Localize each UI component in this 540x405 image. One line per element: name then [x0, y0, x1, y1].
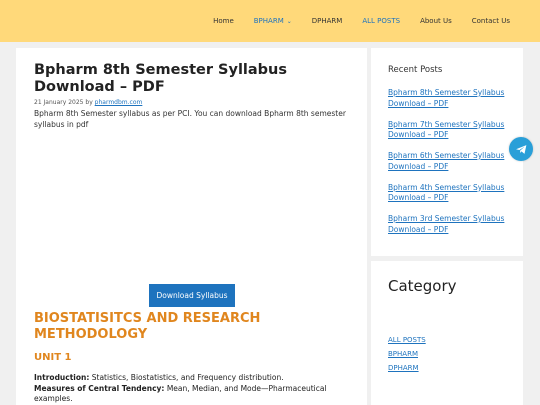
category-link-dpharm[interactable]: DPHARM [388, 361, 426, 375]
nav-item-dpharm[interactable]: DPHARM [312, 17, 343, 25]
recent-posts-widget: Recent Posts Bpharm 8th Semester Syllabu… [371, 48, 523, 256]
article-content: Bpharm 8th Semester Syllabus Download – … [16, 48, 367, 405]
post-title: Bpharm 8th Semester Syllabus Download – … [34, 62, 288, 95]
recent-post-link[interactable]: Bpharm 3rd Semester Syllabus Download – … [388, 214, 513, 235]
category-link-all-posts[interactable]: ALL POSTS [388, 333, 426, 347]
nav-item-all-posts[interactable]: ALL POSTS [362, 17, 400, 25]
post-excerpt: Bpharm 8th Semester syllabus as per PCI.… [34, 109, 346, 129]
category-heading: Category [388, 277, 457, 295]
nav-item-contact-us[interactable]: Contact Us [472, 17, 510, 25]
category-list: ALL POSTS BPHARM DPHARM [388, 333, 426, 375]
site-header: Home BPHARM ⌄ DPHARM ALL POSTS About Us … [0, 0, 540, 42]
post-by-label: by [85, 99, 93, 106]
unit-content: Introduction: Statistics, Biostatistics,… [34, 373, 354, 405]
recent-posts-heading: Recent Posts [388, 65, 443, 75]
introduction-line: Introduction: Statistics, Biostatistics,… [34, 373, 354, 384]
introduction-label: Introduction: [34, 373, 90, 382]
telegram-button[interactable] [509, 137, 533, 161]
recent-post-link[interactable]: Bpharm 6th Semester Syllabus Download – … [388, 151, 513, 172]
recent-post-link[interactable]: Bpharm 4th Semester Syllabus Download – … [388, 183, 513, 204]
post-date: 21 January 2025 [34, 99, 84, 106]
nav-item-home[interactable]: Home [213, 17, 234, 25]
chevron-down-icon: ⌄ [286, 17, 292, 25]
measures-label: Measures of Central Tendency: [34, 383, 165, 393]
author-link[interactable]: pharmdbm.com [95, 99, 143, 106]
category-widget: Category ALL POSTS BPHARM DPHARM [371, 261, 523, 405]
section-title: BIOSTATISITCS AND RESEARCH METHODOLOGY [34, 311, 261, 342]
nav-item-bpharm-label: BPHARM [253, 17, 284, 25]
post-meta: 21 January 2025 by pharmdbm.com [34, 99, 142, 106]
introduction-text: Statistics, Biostatistics, and Frequency… [89, 373, 284, 382]
measures-line: Measures of Central Tendency: Mean, Medi… [34, 384, 354, 405]
recent-post-link[interactable]: Bpharm 7th Semester Syllabus Download – … [388, 120, 513, 141]
main-navigation: Home BPHARM ⌄ DPHARM ALL POSTS About Us … [193, 0, 510, 42]
recent-post-link[interactable]: Bpharm 8th Semester Syllabus Download – … [388, 88, 513, 109]
telegram-icon [515, 144, 526, 154]
nav-item-bpharm[interactable]: BPHARM ⌄ [254, 17, 292, 25]
category-link-bpharm[interactable]: BPHARM [388, 347, 426, 361]
recent-posts-list: Bpharm 8th Semester Syllabus Download – … [388, 88, 513, 246]
download-syllabus-button[interactable]: Download Syllabus [149, 284, 235, 307]
nav-item-about-us[interactable]: About Us [420, 17, 452, 25]
unit-title: UNIT 1 [34, 352, 72, 363]
